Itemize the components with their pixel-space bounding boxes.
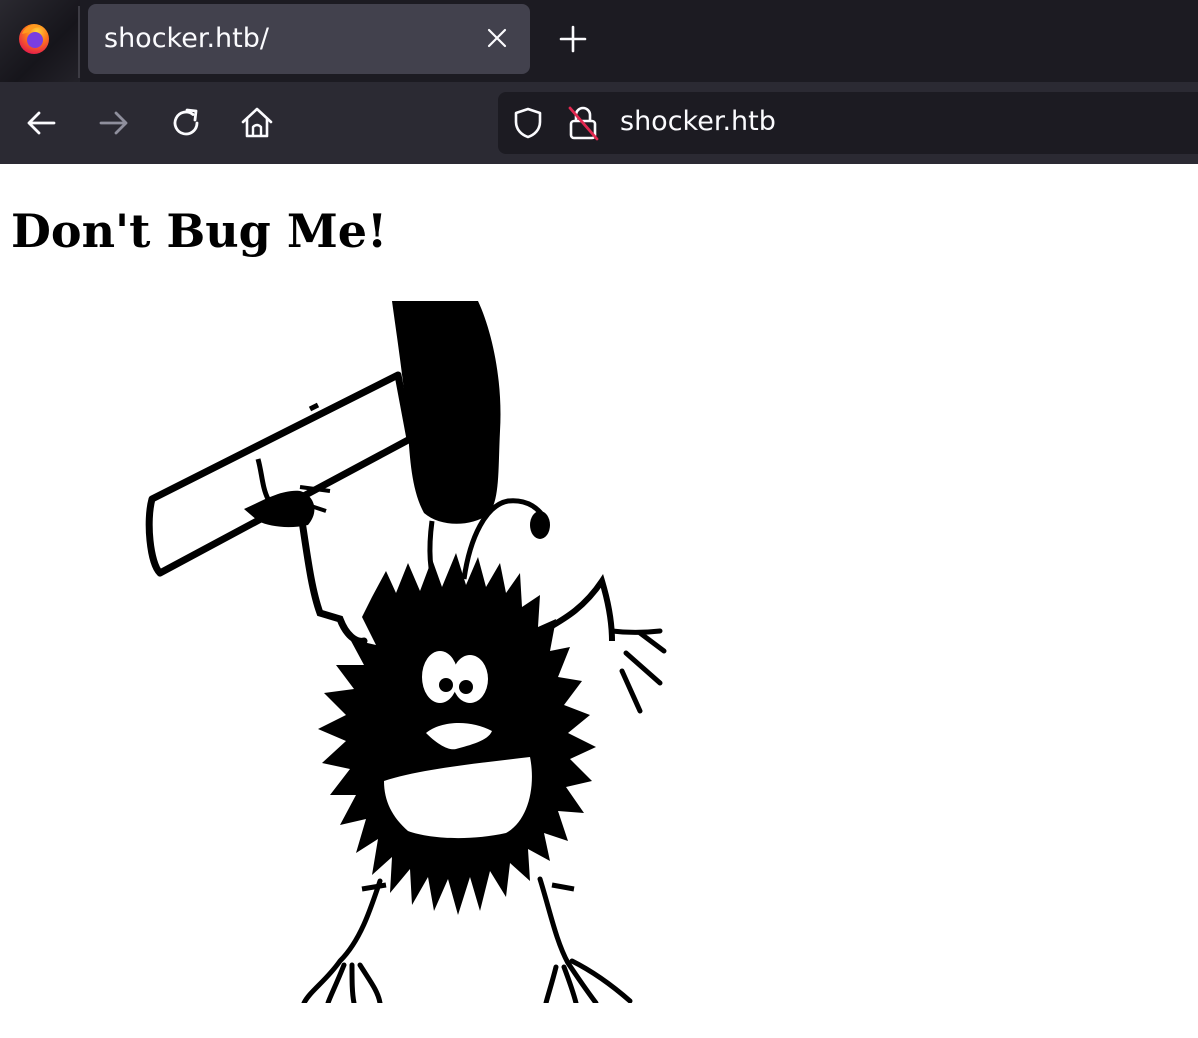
shield-icon[interactable] bbox=[512, 106, 544, 140]
home-icon[interactable] bbox=[238, 104, 276, 142]
tab-strip: shocker.htb/ bbox=[0, 0, 1198, 82]
address-bar[interactable]: shocker.htb bbox=[498, 92, 1198, 154]
navigation-toolbar: shocker.htb bbox=[0, 82, 1198, 164]
back-arrow-icon[interactable] bbox=[22, 104, 60, 142]
firefox-logo-icon[interactable] bbox=[16, 20, 52, 56]
tab-shocker[interactable]: shocker.htb/ bbox=[88, 4, 530, 74]
plus-icon[interactable] bbox=[558, 24, 588, 54]
forward-arrow-icon[interactable] bbox=[95, 104, 133, 142]
tab-divider bbox=[78, 6, 80, 78]
bug-with-hammer-image bbox=[145, 301, 667, 1003]
tab-title: shocker.htb/ bbox=[104, 23, 269, 54]
page-title: Don't Bug Me! bbox=[11, 204, 388, 258]
page-content: Don't Bug Me! bbox=[0, 164, 1198, 1038]
reload-icon[interactable] bbox=[167, 104, 205, 142]
close-icon[interactable] bbox=[486, 27, 508, 49]
url-text[interactable]: shocker.htb bbox=[620, 106, 776, 137]
insecure-lock-icon[interactable] bbox=[566, 104, 600, 142]
